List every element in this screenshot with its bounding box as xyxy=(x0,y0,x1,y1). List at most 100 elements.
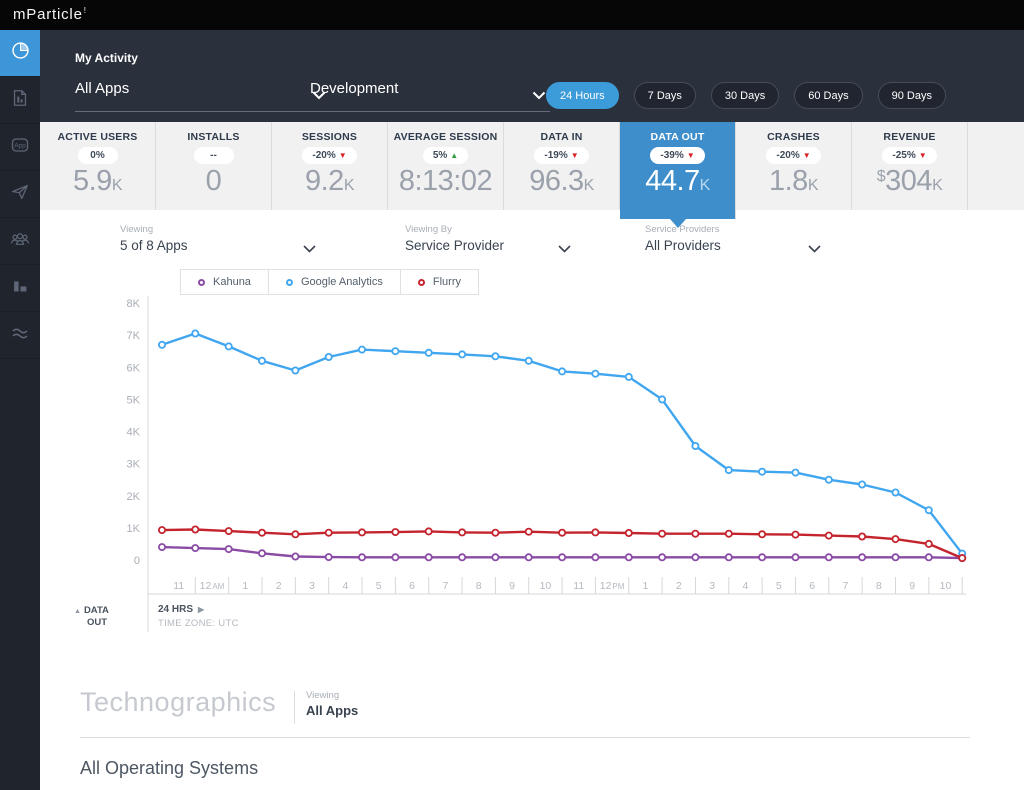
metric-change-badge: -19%▼ xyxy=(534,147,588,164)
svg-text:9: 9 xyxy=(509,580,515,592)
viewing-label: Viewing xyxy=(120,224,316,235)
svg-text:8: 8 xyxy=(476,580,482,592)
audiences-icon xyxy=(9,228,31,255)
svg-text:6: 6 xyxy=(409,580,415,592)
sidebar-item-messaging[interactable] xyxy=(0,171,40,218)
svg-text:10: 10 xyxy=(940,580,952,592)
trend-down-icon: ▼ xyxy=(571,151,579,160)
metric-tile-data-in[interactable]: DATA IN -19%▼ 96.3K xyxy=(504,122,620,210)
sidebar-item-activity[interactable] xyxy=(0,30,40,77)
svg-text:8: 8 xyxy=(876,580,882,592)
metric-change-badge: -20%▼ xyxy=(766,147,820,164)
svg-text:6: 6 xyxy=(809,580,815,592)
section-divider xyxy=(80,737,970,738)
metric-tile-active-users[interactable]: ACTIVE USERS0%5.9K xyxy=(40,122,156,210)
svg-text:11: 11 xyxy=(573,580,584,592)
metric-tile-sessions[interactable]: SESSIONS-20%▼9.2K xyxy=(272,122,388,210)
metric-label: DATA OUT xyxy=(620,131,735,143)
chevron-down-icon xyxy=(532,87,546,105)
trend-down-icon: ▼ xyxy=(687,151,695,160)
app-filter-dropdown[interactable]: All Apps xyxy=(75,80,330,112)
range-pill-90-days[interactable]: 90 Days xyxy=(878,82,946,109)
metric-value: 1.8K xyxy=(736,167,851,196)
svg-text:7K: 7K xyxy=(127,330,141,342)
technographics-title: Technographics xyxy=(80,687,276,718)
viewing-apps-dropdown[interactable]: Viewing 5 of 8 Apps xyxy=(120,224,316,253)
chart-y-metric-label[interactable]: ▲DATA OUT xyxy=(74,605,109,630)
svg-text:2: 2 xyxy=(276,580,282,592)
svg-text:9: 9 xyxy=(909,580,915,592)
range-pill-30-days[interactable]: 30 Days xyxy=(711,82,779,109)
service-providers-dropdown[interactable]: Service Providers All Providers xyxy=(645,224,821,253)
svg-text:3: 3 xyxy=(309,580,315,592)
app-filter-value: All Apps xyxy=(75,80,129,97)
svg-text:4: 4 xyxy=(342,580,348,592)
range-pill-60-days[interactable]: 60 Days xyxy=(794,82,862,109)
report-icon xyxy=(10,88,30,113)
metric-tile-crashes[interactable]: CRASHES -20%▼ 1.8K xyxy=(736,122,852,210)
svg-text:5: 5 xyxy=(376,580,382,592)
metric-label: AVERAGE SESSION xyxy=(388,131,503,143)
svg-text:8K: 8K xyxy=(127,298,141,310)
svg-text:10: 10 xyxy=(540,580,552,592)
series-marker-icon xyxy=(286,279,293,286)
metric-value: 96.3K xyxy=(504,167,619,196)
svg-text:5: 5 xyxy=(776,580,782,592)
svg-text:App: App xyxy=(14,142,26,149)
apps-icon: App xyxy=(9,134,31,161)
chevron-down-icon xyxy=(303,241,316,256)
range-pill-24-hours[interactable]: 24 Hours xyxy=(546,82,619,109)
metric-label: CRASHES xyxy=(736,131,851,143)
metric-change-badge: -39%▼ xyxy=(650,147,704,164)
paper-plane-icon xyxy=(10,182,30,207)
pie-chart-icon xyxy=(10,40,31,66)
svg-text:3K: 3K xyxy=(127,459,141,471)
environment-filter-dropdown[interactable]: Development xyxy=(310,80,550,112)
sidebar-item-reports[interactable] xyxy=(0,77,40,124)
series-marker-icon xyxy=(198,279,205,286)
svg-text:1: 1 xyxy=(242,580,248,592)
viewing-by-dropdown[interactable]: Viewing By Service Provider xyxy=(405,224,571,253)
sidebar-item-apps[interactable]: App xyxy=(0,124,40,171)
svg-text:6K: 6K xyxy=(127,362,141,374)
svg-text:7: 7 xyxy=(843,580,849,592)
metric-change-badge: -- xyxy=(194,147,234,164)
metric-tile-data-out[interactable]: DATA OUT -39%▼ 44.7K xyxy=(620,122,736,219)
metric-label: DATA IN xyxy=(504,131,619,143)
technographics-viewing-label: Viewing xyxy=(306,690,339,701)
metric-change-badge: 5%▲ xyxy=(423,147,468,164)
metric-tile-average-session[interactable]: AVERAGE SESSION5%▲8:13:02 xyxy=(388,122,504,210)
svg-text:2: 2 xyxy=(676,580,682,592)
metric-tile-installs[interactable]: INSTALLS--0 xyxy=(156,122,272,210)
metric-tile-revenue[interactable]: REVENUE-25%▼$304K xyxy=(852,122,968,210)
data-out-line-chart[interactable]: 8K7K6K5K4K3K2K1K01112AM123456789101112PM… xyxy=(100,288,980,638)
technographics-viewing-value[interactable]: All Apps xyxy=(306,703,358,718)
logo-mark: ! xyxy=(84,6,87,15)
metric-value: 44.7K xyxy=(620,167,735,196)
page-title: My Activity xyxy=(75,51,138,65)
sidebar-item-streams[interactable] xyxy=(0,312,40,359)
metric-change-badge: -20%▼ xyxy=(302,147,356,164)
trend-down-icon: ▼ xyxy=(803,151,811,160)
timezone-label: TIME ZONE: UTC xyxy=(158,618,239,629)
waves-icon xyxy=(9,322,31,349)
chart-range-label[interactable]: 24 HRS▶ xyxy=(158,604,204,615)
metric-value: 5.9K xyxy=(40,167,155,196)
metric-label: REVENUE xyxy=(852,131,967,143)
range-pill-7-days[interactable]: 7 Days xyxy=(634,82,696,109)
header-panel: My Activity All Apps Development 24 Hour… xyxy=(40,30,1024,122)
trend-up-icon: ▲ xyxy=(450,151,458,160)
mparticle-logo[interactable]: mParticle! xyxy=(13,6,87,23)
time-range-selector: 24 Hours 7 Days 30 Days 60 Days 90 Days xyxy=(546,82,946,109)
svg-text:4: 4 xyxy=(743,580,749,592)
sidebar-item-audiences[interactable] xyxy=(0,218,40,265)
divider xyxy=(294,691,295,724)
svg-text:7: 7 xyxy=(442,580,448,592)
svg-text:3: 3 xyxy=(709,580,715,592)
svg-text:12PM: 12PM xyxy=(600,580,625,592)
bar-chart-icon xyxy=(10,276,30,301)
top-bar: mParticle! xyxy=(0,0,1024,30)
svg-text:2K: 2K xyxy=(127,491,141,503)
sidebar-item-data-master[interactable] xyxy=(0,265,40,312)
viewing-value: 5 of 8 Apps xyxy=(120,238,188,253)
